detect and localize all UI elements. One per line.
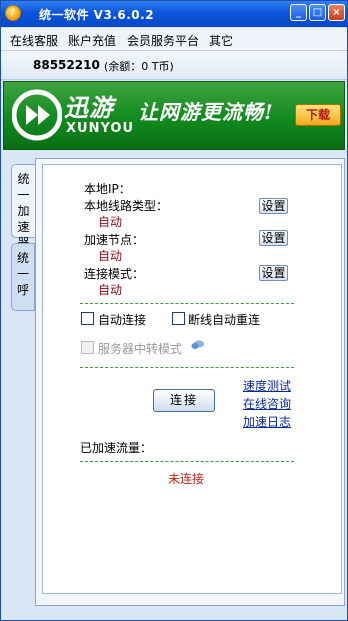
window-title: 统一软件 V3.6.0.2 — [39, 8, 155, 22]
node-label: 加速节点： — [84, 233, 145, 247]
online-consult-link[interactable]: 在线咨询 — [243, 395, 291, 412]
tab-accelerator[interactable]: 统一加速器 — [11, 164, 35, 250]
line-type-value: 自动 — [98, 215, 123, 229]
relay-mode-checkbox[interactable] — [81, 341, 94, 354]
node-settings-button[interactable]: 设置 — [259, 230, 288, 246]
connect-button[interactable]: 连接 — [153, 389, 215, 412]
minimize-button[interactable]: _ — [290, 4, 307, 21]
account-balance: (余额：0 T币) — [104, 60, 174, 73]
speed-test-link[interactable]: 速度测试 — [243, 377, 291, 394]
connection-status: 未连接 — [168, 472, 205, 486]
download-button[interactable]: 下载 — [295, 104, 341, 126]
chat-bubble-icon[interactable] — [191, 340, 205, 350]
divider — [80, 367, 294, 368]
node-value: 自动 — [98, 249, 123, 263]
divider — [80, 461, 294, 462]
menu-recharge[interactable]: 账户充值 — [68, 32, 116, 49]
line-type-label: 本地线路类型： — [84, 199, 169, 213]
account-bar: 88552210 (余额：0 T币) — [1, 51, 347, 80]
auto-connect-checkbox[interactable] — [81, 312, 94, 325]
line-type-settings-button[interactable]: 设置 — [259, 198, 288, 214]
title-bar[interactable]: ♪ 统一软件 V3.6.0.2 _ □ × — [1, 1, 347, 27]
auto-reconnect-checkbox[interactable] — [172, 312, 185, 325]
mode-label: 连接模式： — [84, 267, 145, 281]
local-ip-label: 本地IP： — [84, 182, 131, 196]
mode-settings-button[interactable]: 设置 — [259, 265, 288, 281]
tab-accelerator-label: 统一加速器 — [17, 172, 30, 250]
mode-value: 自动 — [98, 283, 123, 297]
bottom-strip — [1, 608, 347, 620]
xunyou-logo-icon — [12, 89, 62, 141]
relay-mode-label: 服务器中转模式 — [98, 342, 183, 356]
main-window: ♪ 统一软件 V3.6.0.2 _ □ × 在线客服 账户充值 会员服务平台 其… — [0, 0, 348, 621]
traffic-label: 已加速流量： — [80, 441, 153, 455]
logo-text-cn: 迅游 — [64, 94, 114, 122]
maximize-button[interactable]: □ — [309, 4, 326, 21]
app-icon: ♪ — [5, 5, 21, 21]
auto-connect-label: 自动连接 — [98, 313, 147, 327]
menu-bar: 在线客服 账户充值 会员服务平台 其它 — [1, 28, 347, 51]
tab-call[interactable]: 统一呼 — [11, 243, 35, 311]
menu-online-service[interactable]: 在线客服 — [10, 32, 58, 49]
ad-banner[interactable]: 迅游 XUNYOU 让网游更流畅! 下载 — [3, 81, 345, 150]
acceleration-log-link[interactable]: 加速日志 — [243, 413, 291, 430]
banner-slogan: 让网游更流畅! — [138, 100, 274, 124]
auto-reconnect-label: 断线自动重连 — [188, 313, 261, 327]
logo-text-en: XUNYOU — [66, 121, 135, 136]
account-id: 88552210 — [33, 58, 100, 72]
divider — [80, 303, 294, 304]
menu-member-platform[interactable]: 会员服务平台 — [127, 32, 199, 49]
close-button[interactable]: × — [328, 4, 345, 21]
accelerator-content — [42, 164, 342, 594]
tab-call-label: 统一呼 — [17, 251, 30, 297]
menu-other[interactable]: 其它 — [209, 32, 233, 49]
